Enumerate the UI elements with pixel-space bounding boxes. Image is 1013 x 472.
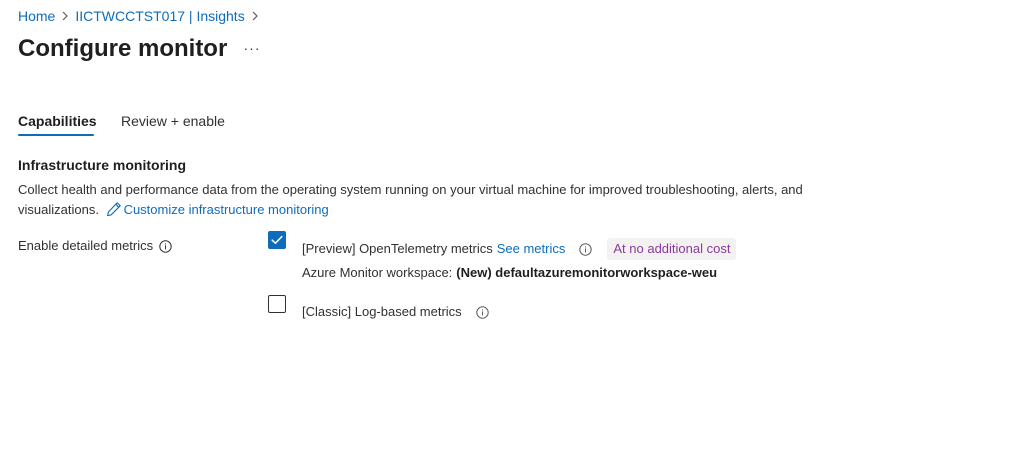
section-description: Collect health and performance data from… bbox=[18, 180, 838, 223]
log-based-option: [Classic] Log-based metrics bbox=[302, 302, 489, 322]
chevron-right-icon bbox=[251, 11, 259, 21]
log-based-label: [Classic] Log-based metrics bbox=[302, 304, 462, 319]
breadcrumb-home-link[interactable]: Home bbox=[18, 6, 55, 26]
breadcrumb-insights-link[interactable]: IICTWCCTST017 | Insights bbox=[75, 6, 244, 26]
customize-infrastructure-link[interactable]: Customize infrastructure monitoring bbox=[124, 202, 329, 217]
breadcrumb: Home IICTWCCTST017 | Insights bbox=[18, 6, 265, 26]
configure-monitor-page: Home IICTWCCTST017 | Insights Configure … bbox=[0, 0, 1013, 472]
workspace-label: Azure Monitor workspace: bbox=[302, 265, 453, 280]
see-metrics-link[interactable]: See metrics bbox=[497, 239, 566, 259]
workspace-info: Azure Monitor workspace: (New) defaultazu… bbox=[302, 263, 717, 283]
opentelemetry-option: [Preview] OpenTelemetry metrics See metr… bbox=[302, 238, 737, 260]
pencil-icon bbox=[106, 201, 122, 223]
info-icon[interactable] bbox=[159, 239, 172, 253]
cost-badge: At no additional cost bbox=[607, 238, 737, 260]
enable-detailed-metrics-label: Enable detailed metrics bbox=[18, 236, 172, 256]
field-label-text: Enable detailed metrics bbox=[18, 238, 154, 253]
info-icon[interactable] bbox=[579, 242, 593, 256]
checkmark-icon bbox=[271, 235, 283, 244]
tab-capabilities[interactable]: Capabilities bbox=[18, 106, 97, 136]
chevron-right-icon bbox=[61, 11, 69, 21]
section-title: Infrastructure monitoring bbox=[18, 157, 187, 173]
opentelemetry-metrics-checkbox[interactable] bbox=[268, 231, 286, 249]
opentelemetry-label: [Preview] OpenTelemetry metrics bbox=[302, 241, 493, 256]
more-options-button[interactable]: ··· bbox=[242, 38, 262, 58]
page-title: Configure monitor bbox=[18, 35, 228, 62]
tab-review-enable[interactable]: Review + enable bbox=[121, 106, 225, 136]
workspace-value: (New) defaultazuremonitorworkspace-weu bbox=[456, 265, 718, 280]
log-based-metrics-checkbox[interactable] bbox=[268, 295, 286, 313]
info-icon[interactable] bbox=[475, 305, 489, 319]
